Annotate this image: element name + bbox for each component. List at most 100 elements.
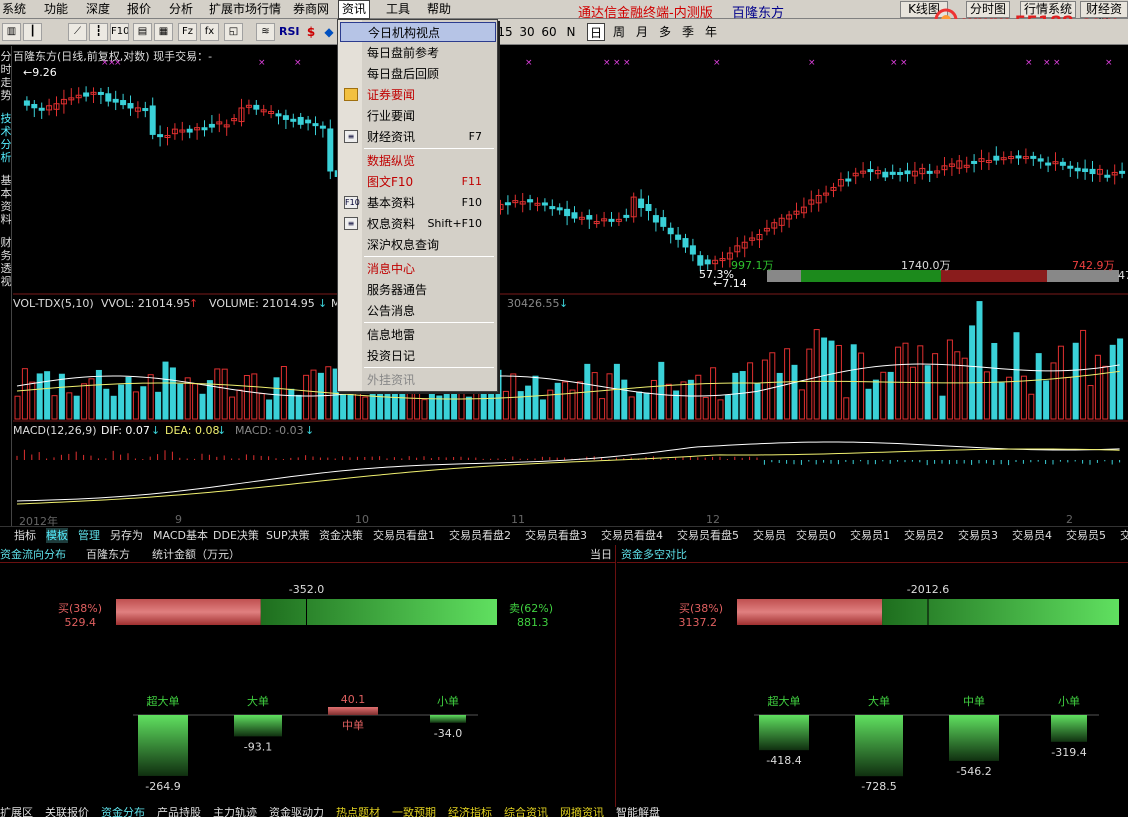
period-year[interactable]: 年	[702, 23, 720, 41]
news-menu-item[interactable]: 投资日记	[340, 346, 496, 366]
line-chart-icon[interactable]: ⟋	[68, 23, 87, 41]
news-menu-item[interactable]: ≡ 财经资讯 F7	[340, 127, 496, 147]
news-menu-label: 权息资料	[367, 217, 416, 231]
bottom-tab[interactable]: 智能解盘	[616, 807, 660, 817]
news-menu-item[interactable]: F10 基本资料 F10	[340, 193, 496, 213]
period-week[interactable]: 周	[610, 23, 628, 41]
news-menu-item[interactable]: 图文F10 F11	[340, 172, 496, 192]
menu-news[interactable]: 资讯	[338, 0, 371, 19]
rsi-button[interactable]: RSI	[279, 23, 300, 41]
indicator-tab[interactable]: 交易员1	[850, 528, 890, 543]
indicator-tab[interactable]: 交易员看盘2	[449, 528, 511, 543]
kline-svg[interactable]: × ×× × × × × × × × × × × × × × ×	[13, 46, 1128, 511]
bar-chart-icon[interactable]: ▥	[2, 23, 21, 41]
news-menu-item[interactable]: 今日机构视点	[340, 22, 496, 42]
document-icon[interactable]: ▤	[133, 23, 152, 41]
bottom-tab[interactable]: 产品持股	[157, 807, 201, 817]
indicator-tab[interactable]: 交易员	[753, 528, 786, 543]
menu-analysis[interactable]: 分析	[167, 2, 195, 17]
indicator-tab[interactable]: 交易员看盘3	[525, 528, 587, 543]
indicator-tab[interactable]: MACD基本	[153, 528, 208, 543]
news-menu-item[interactable]: 服务器通告	[340, 280, 496, 300]
period-month[interactable]: 月	[633, 23, 651, 41]
indicator-tab[interactable]: 另存为	[110, 528, 143, 543]
period-multi[interactable]: 多	[656, 23, 674, 41]
news-menu-item[interactable]: 信息地雷	[340, 325, 496, 345]
news-menu-item[interactable]: 证券要闻	[340, 85, 496, 105]
menu-ext-market[interactable]: 扩展市场行情	[207, 2, 283, 17]
fund-flow-period[interactable]: 当日	[590, 546, 612, 562]
menu-function[interactable]: 功能	[42, 2, 70, 17]
bottom-tab[interactable]: 网摘资讯	[560, 807, 604, 817]
bottom-tab[interactable]: 扩展区	[0, 807, 33, 817]
indicator-tab[interactable]: 资金决策	[319, 528, 363, 543]
sidebar-tab-timeshare[interactable]: 分时走势	[0, 50, 12, 102]
period-day[interactable]: 日	[587, 23, 605, 41]
indicator-tab[interactable]: 交易员看盘4	[601, 528, 663, 543]
menu-depth[interactable]: 深度	[84, 2, 112, 17]
menu-quote[interactable]: 报价	[125, 2, 153, 17]
candle-body	[327, 128, 334, 172]
bottom-tab[interactable]: 关联报价	[45, 807, 89, 817]
menu-help[interactable]: 帮助	[425, 2, 453, 17]
zoom-icon[interactable]: ◱	[224, 23, 243, 41]
bottom-tab[interactable]: 经济指标	[448, 807, 492, 817]
long-short-title[interactable]: 资金多空对比	[621, 546, 687, 562]
period-n[interactable]: N	[564, 23, 578, 41]
fz-icon[interactable]: Fz	[178, 23, 197, 41]
sidebar-tab-finance[interactable]: 财务透视	[0, 236, 12, 288]
sidebar-tab-technical[interactable]: 技术分析	[0, 112, 12, 164]
bottom-tab[interactable]: 资金分布	[101, 807, 145, 817]
indicator-tab[interactable]: 指标	[14, 528, 36, 543]
news-menu-item[interactable]: ≡ 权息资料 Shift+F10	[340, 214, 496, 234]
news-menu-item[interactable]: 行业要闻	[340, 106, 496, 126]
indicator-tab[interactable]: 交易员0	[796, 528, 836, 543]
news-menu-item[interactable]: 消息中心	[340, 259, 496, 279]
grid-icon[interactable]: ▦	[154, 23, 173, 41]
indicator-tab[interactable]: 交易员看盘5	[677, 528, 739, 543]
indicator-tab[interactable]: DDE决策	[213, 528, 259, 543]
news-menu-label: 证券要闻	[367, 88, 416, 102]
bottom-tab[interactable]: 综合资讯	[504, 807, 548, 817]
bottom-tab[interactable]: 一致预期	[392, 807, 436, 817]
kline-icon[interactable]: ┇	[89, 23, 108, 41]
news-menu-item[interactable]: 每日盘前参考	[340, 43, 496, 63]
indicator-tab[interactable]: SUP决策	[266, 528, 310, 543]
indicator-tab[interactable]: 交易员6	[1120, 528, 1128, 543]
indicator-tab[interactable]: 交易员2	[904, 528, 944, 543]
fund-flow-title[interactable]: 资金流向分布	[0, 546, 66, 562]
period-60[interactable]: 60	[540, 23, 558, 41]
chart-area[interactable]: × × × × × × × × × × × × × × × × × 百隆东方(日线,前复权,对数) 现手交易：-…	[13, 46, 1128, 511]
period-quarter[interactable]: 季	[679, 23, 697, 41]
arrow-icon[interactable]: ◆	[324, 23, 334, 41]
indicator-tab[interactable]: 管理	[78, 528, 100, 543]
menu-tools[interactable]: 工具	[384, 2, 412, 17]
menu-system[interactable]: 系统	[0, 2, 28, 17]
sidebar-tab-basic[interactable]: 基本资料	[0, 174, 12, 226]
f10-icon[interactable]: F10	[110, 23, 129, 41]
fund-flow-header: 资金流向分布 百隆东方 统计金额（万元） 当日	[0, 545, 615, 563]
bottom-tab[interactable]: 主力轨迹	[213, 807, 257, 817]
fx-icon[interactable]: fx	[200, 23, 219, 41]
bottom-tab[interactable]: 热点题材	[336, 807, 380, 817]
period-30[interactable]: 30	[518, 23, 536, 41]
indicator-tab[interactable]: 交易员3	[958, 528, 998, 543]
indicator-tab[interactable]: 交易员看盘1	[373, 528, 435, 543]
news-menu-item[interactable]: 数据纵览	[340, 151, 496, 171]
news-menu-item[interactable]: 深沪权息查询	[340, 235, 496, 255]
indicator-tab[interactable]: 交易员4	[1012, 528, 1052, 543]
volume-bar	[576, 381, 583, 420]
news-menu-item[interactable]: 公告消息	[340, 301, 496, 321]
menu-broker[interactable]: 券商网	[291, 2, 331, 17]
indicator-icon[interactable]: ≋	[256, 23, 275, 41]
news-menu-item[interactable]: 每日盘后回顾	[340, 64, 496, 84]
news-menu-label: 基本资料	[367, 196, 416, 210]
candle-icon[interactable]: ┃	[23, 23, 42, 41]
volume-bar	[621, 379, 628, 420]
indicator-tab[interactable]: 交易员5	[1066, 528, 1106, 543]
indicator-tab[interactable]: 模板	[46, 528, 68, 543]
news-menu-label: 每日盘后回顾	[367, 67, 440, 81]
dollar-button[interactable]: $	[304, 23, 318, 41]
bottom-tab[interactable]: 资金驱动力	[269, 807, 324, 817]
period-15[interactable]: 15	[496, 23, 514, 41]
